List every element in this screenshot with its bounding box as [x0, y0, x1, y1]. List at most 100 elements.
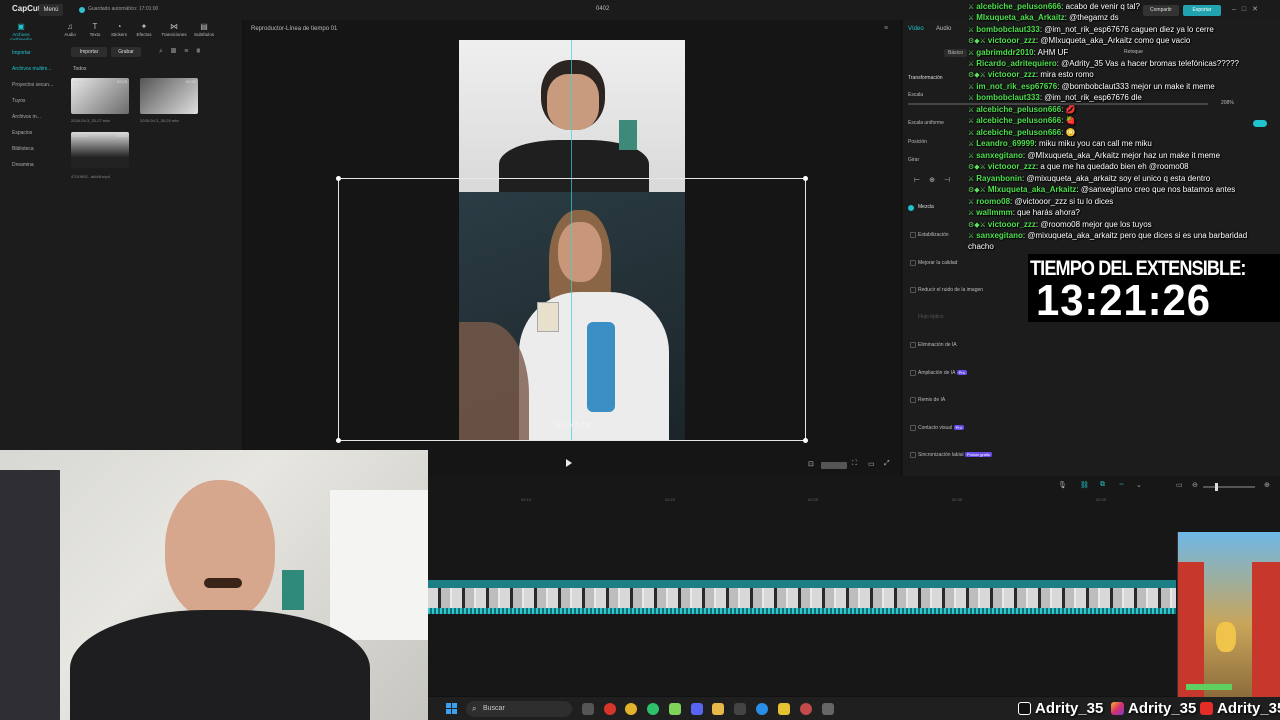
- quality-icon[interactable]: ▭: [868, 460, 875, 468]
- uniform-scale-toggle[interactable]: [1253, 120, 1267, 127]
- zoom-slider-knob[interactable]: [1215, 483, 1218, 491]
- ai-removal-label[interactable]: Eliminación de IA: [918, 342, 957, 348]
- resize-handle[interactable]: [803, 176, 808, 181]
- chevron-down-icon[interactable]: ⌄: [1136, 481, 1142, 489]
- close-icon[interactable]: ✕: [1252, 6, 1264, 13]
- minimize-icon[interactable]: –: [1232, 6, 1242, 13]
- media-thumb[interactable]: 00:50: [140, 78, 198, 114]
- tab-video[interactable]: Vídeo: [908, 26, 924, 32]
- tool-media[interactable]: ▣Archivos multimedia: [6, 22, 36, 42]
- aspect-select[interactable]: [821, 462, 847, 469]
- tool-transitions[interactable]: ⋈ Transiciones: [160, 22, 188, 40]
- maximize-icon[interactable]: □: [1242, 6, 1252, 13]
- link-icon[interactable]: ⛓: [1080, 481, 1089, 489]
- chrome-icon[interactable]: [625, 703, 637, 715]
- capcut-icon[interactable]: [734, 703, 746, 715]
- subtab-basic[interactable]: Básico: [944, 49, 968, 57]
- microphone-icon[interactable]: 🎙: [1058, 481, 1067, 489]
- side-item-yours[interactable]: Tuyos: [12, 98, 25, 104]
- fullscreen-icon[interactable]: ⤢: [884, 460, 890, 468]
- all-filter[interactable]: Todos: [73, 66, 86, 72]
- ai-upscale-row[interactable]: Ampliación de IA Pro: [918, 370, 967, 376]
- preview-axis-icon[interactable]: ⇔: [1118, 481, 1125, 488]
- lip-sync-row[interactable]: Sincronización labial Probar gratis: [918, 452, 992, 458]
- lip-sync-checkbox[interactable]: [910, 452, 916, 458]
- tool-effects[interactable]: ✦ Efectos: [132, 22, 156, 40]
- side-item-secondary[interactable]: Proyectos secun...: [12, 82, 53, 88]
- chat-badge-icon: ⚔: [968, 153, 977, 160]
- tool-text[interactable]: T Texto: [83, 22, 107, 40]
- tool-audio[interactable]: ♫ Audio: [58, 22, 82, 40]
- track-header-bar[interactable]: [428, 580, 1176, 588]
- opera-icon[interactable]: [604, 703, 616, 715]
- enhance-label[interactable]: Mejorar la calidad: [918, 260, 957, 266]
- tool-subtitles[interactable]: ▤ Subtítulos: [192, 22, 216, 40]
- menu-button[interactable]: Menú: [39, 4, 63, 16]
- zoom-in-icon[interactable]: ⊕: [1264, 481, 1270, 489]
- grid-icon[interactable]: ▦: [171, 48, 184, 55]
- align-right-icon[interactable]: ⊣: [944, 177, 959, 184]
- ai-remix-checkbox[interactable]: [910, 397, 916, 403]
- caption-icon[interactable]: ▭: [1176, 481, 1183, 489]
- project-name[interactable]: 0402: [596, 6, 609, 12]
- side-item-spaces[interactable]: Espacios: [12, 130, 32, 136]
- chat-message: ⚔ alcebiche_peluson666: 🍓: [968, 116, 1076, 125]
- denoise-checkbox[interactable]: [910, 287, 916, 293]
- resize-handle[interactable]: [336, 438, 341, 443]
- media-thumb[interactable]: Añadido 00:25: [71, 78, 129, 114]
- eye-contact-checkbox[interactable]: [910, 425, 916, 431]
- ai-remix-label[interactable]: Remix de IA: [918, 397, 945, 403]
- ratio-icon[interactable]: ⊡: [808, 460, 814, 468]
- app-icon[interactable]: [778, 703, 790, 715]
- window-controls[interactable]: –□✕: [1232, 5, 1264, 13]
- side-item-library[interactable]: Biblioteca: [12, 146, 34, 152]
- side-item-media[interactable]: Archivos multim...: [12, 66, 51, 72]
- media-thumb[interactable]: Añadido 00:52: [71, 132, 129, 168]
- record-button[interactable]: Grabar: [111, 47, 141, 57]
- denoise-label[interactable]: Reducir el ruido de la imagen: [918, 287, 983, 293]
- fit-icon[interactable]: ⛶: [852, 460, 857, 468]
- app-icon[interactable]: [822, 703, 834, 715]
- zoom-out-icon[interactable]: ⊖: [1192, 481, 1198, 489]
- sort-icon[interactable]: ≡: [184, 48, 196, 55]
- tool-stickers[interactable]: ◔ Stickers: [107, 22, 131, 40]
- stabilization-checkbox[interactable]: [910, 232, 916, 238]
- blend-checkbox[interactable]: [908, 205, 914, 211]
- ai-removal-checkbox[interactable]: [910, 342, 916, 348]
- scale-value[interactable]: 208%: [1221, 100, 1234, 106]
- subtab-retouch[interactable]: Retoque: [1124, 49, 1143, 55]
- transform-heading[interactable]: Transformación: [908, 75, 943, 81]
- eye-contact-row[interactable]: Contacto visual Pro: [918, 425, 964, 431]
- app-icon[interactable]: [647, 703, 659, 715]
- play-icon[interactable]: [566, 459, 572, 467]
- taskbar-search[interactable]: [466, 701, 572, 717]
- align-left-icon[interactable]: ⊢: [914, 177, 929, 184]
- enhance-checkbox[interactable]: [910, 260, 916, 266]
- zoom-slider[interactable]: [1203, 486, 1255, 488]
- discord-icon[interactable]: [691, 703, 703, 715]
- tab-audio[interactable]: Audio: [936, 26, 951, 32]
- edge-icon[interactable]: [756, 703, 768, 715]
- stabilization-label[interactable]: Estabilización: [918, 232, 949, 238]
- align-center-icon[interactable]: ⊕: [929, 177, 944, 184]
- windows-start-icon[interactable]: [446, 703, 457, 714]
- search-icon[interactable]: ⌕: [159, 48, 171, 55]
- selection-box[interactable]: [336, 176, 808, 443]
- resize-handle[interactable]: [336, 176, 341, 181]
- side-item-files[interactable]: Archivos m...: [12, 114, 41, 120]
- ai-upscale-checkbox[interactable]: [910, 370, 916, 376]
- player-menu-icon[interactable]: ≡: [884, 25, 888, 32]
- app-icon[interactable]: [669, 703, 681, 715]
- side-item-import[interactable]: Importar: [12, 50, 31, 56]
- resize-handle[interactable]: [803, 438, 808, 443]
- export-button[interactable]: Exportar: [1183, 5, 1221, 16]
- filter-icon[interactable]: ⩩: [196, 48, 208, 55]
- snap-icon[interactable]: ⧉: [1100, 481, 1105, 489]
- blend-label[interactable]: Mezcla: [918, 204, 934, 210]
- file-explorer-icon[interactable]: [712, 703, 724, 715]
- share-button[interactable]: Compartir: [1143, 5, 1179, 16]
- obs-icon[interactable]: [800, 703, 812, 715]
- task-view-icon[interactable]: [582, 703, 594, 715]
- side-item-dreamina[interactable]: Dreamina: [12, 162, 34, 168]
- import-button[interactable]: Importar: [71, 47, 107, 57]
